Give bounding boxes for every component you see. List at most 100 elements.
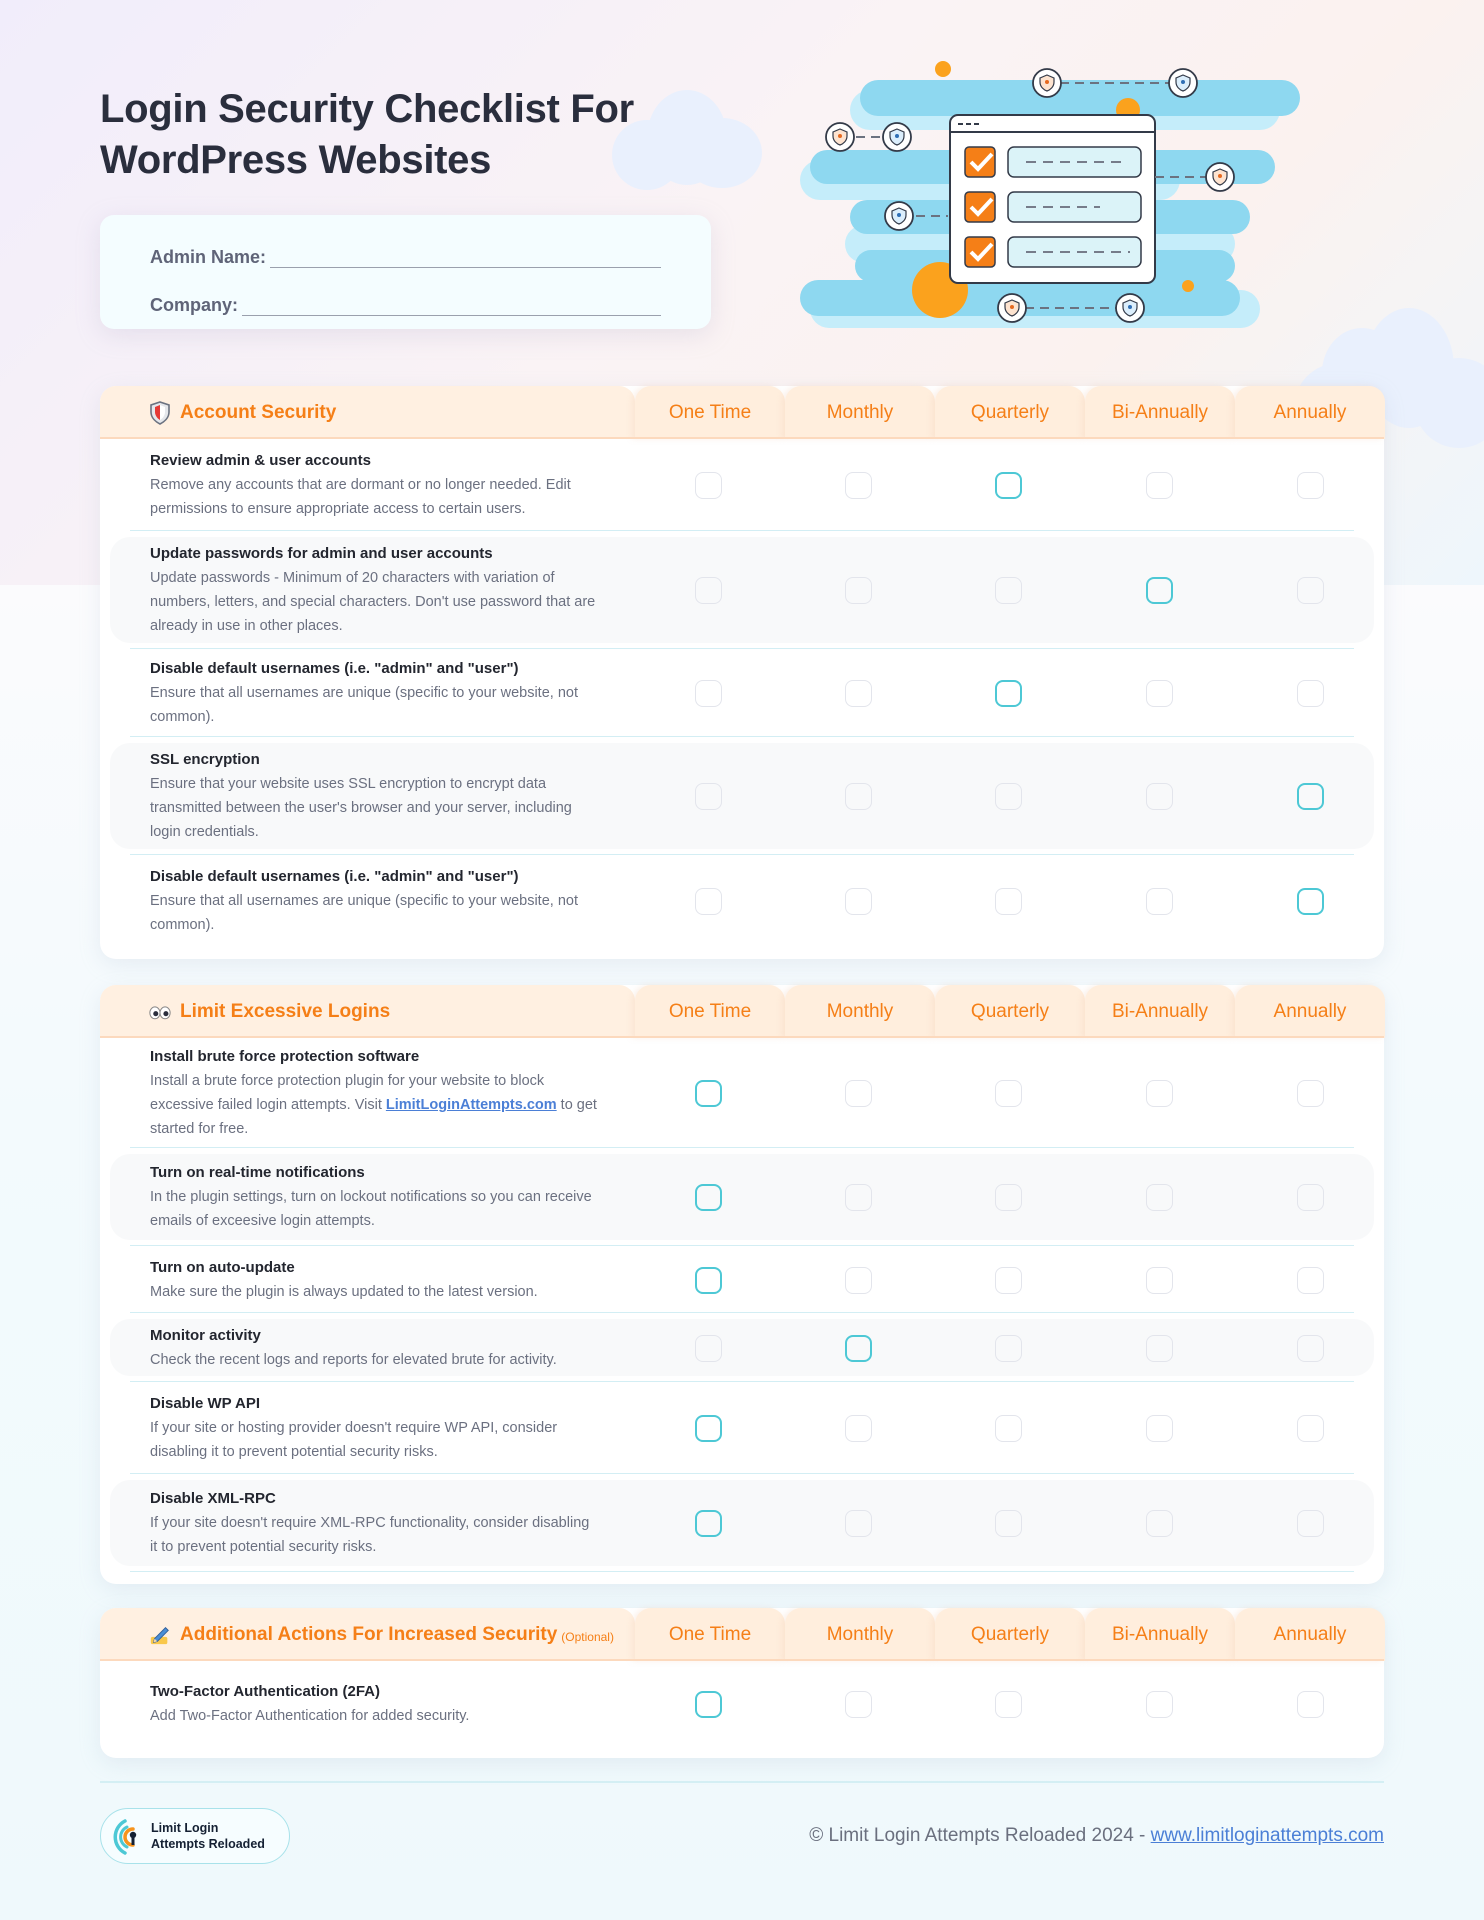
checkbox-bi-annually[interactable]	[1146, 1415, 1173, 1442]
checkbox-one-time[interactable]	[695, 680, 722, 707]
checkbox-monthly[interactable]	[845, 888, 872, 915]
checkbox-monthly[interactable]	[845, 472, 872, 499]
checkbox-monthly[interactable]	[845, 1080, 872, 1107]
checkbox-annually[interactable]	[1297, 1266, 1324, 1294]
checkbox-one-time[interactable]	[695, 1415, 722, 1442]
checkbox-annually[interactable]	[1297, 1510, 1324, 1537]
checkbox-annually[interactable]	[1297, 783, 1324, 810]
checkbox-monthly[interactable]	[845, 680, 872, 707]
column-header: Quarterly	[935, 985, 1085, 1038]
checkbox-one-time[interactable]	[695, 472, 722, 499]
checkbox-bi-annually[interactable]	[1146, 1510, 1173, 1537]
checkbox-monthly[interactable]	[845, 1415, 872, 1442]
checkbox-one-time[interactable]	[695, 1266, 722, 1294]
keyhole-signal-icon	[113, 1819, 137, 1855]
checklist-row: Update passwords for admin and user acco…	[100, 531, 1384, 649]
checkbox-bi-annually[interactable]	[1146, 783, 1173, 810]
checkbox-annually[interactable]	[1297, 577, 1324, 604]
column-header: Annually	[1235, 1608, 1385, 1661]
column-header: Annually	[1235, 985, 1385, 1038]
item-title: Install brute force protection software	[150, 1048, 420, 1065]
row-divider	[130, 1570, 1354, 1572]
section-title: Additional Actions For Increased Securit…	[180, 1623, 558, 1645]
section-header: Additional Actions For Increased Securit…	[100, 1608, 1385, 1661]
checkbox-annually[interactable]	[1297, 472, 1324, 499]
checkbox-bi-annually[interactable]	[1146, 888, 1173, 915]
company-field[interactable]	[242, 302, 661, 316]
item-description: Remove any accounts that are dormant or …	[150, 477, 571, 517]
item-title: SSL encryption	[150, 751, 260, 768]
column-header: Bi-Annually	[1085, 985, 1235, 1038]
checklist-row: Disable default usernames (i.e. "admin" …	[100, 649, 1384, 737]
checkbox-quarterly[interactable]	[995, 1266, 1022, 1294]
item-description: Ensure that your website uses SSL encryp…	[150, 776, 572, 840]
checkbox-annually[interactable]	[1297, 1415, 1324, 1442]
website-link[interactable]: www.limitloginattempts.com	[1151, 1825, 1384, 1846]
checkbox-one-time[interactable]	[695, 1334, 722, 1362]
checkbox-annually[interactable]	[1297, 1334, 1324, 1362]
plugin-link[interactable]: LimitLoginAttempts.com	[386, 1097, 557, 1113]
checkbox-monthly[interactable]	[845, 1266, 872, 1294]
checkbox-quarterly[interactable]	[995, 1690, 1022, 1718]
checklist-row: Disable WP API If your site or hosting pr…	[100, 1382, 1384, 1474]
checkbox-quarterly[interactable]	[995, 1415, 1022, 1442]
checkbox-annually[interactable]	[1297, 1080, 1324, 1107]
item-title: Turn on auto-update	[150, 1258, 295, 1276]
column-header: Monthly	[785, 386, 935, 439]
checkbox-annually[interactable]	[1297, 680, 1324, 707]
checklist-row: Two-Factor Authentication (2FA) Add Two-F…	[100, 1661, 1384, 1746]
checkbox-monthly[interactable]	[845, 783, 872, 810]
checkbox-quarterly[interactable]	[995, 1510, 1022, 1537]
checklist-section: Additional Actions For Increased Securit…	[100, 1608, 1385, 1758]
checkbox-one-time[interactable]	[695, 1690, 722, 1718]
column-header: One Time	[635, 386, 785, 439]
checkbox-quarterly[interactable]	[995, 680, 1022, 707]
page-title-line-1: Login Security Checklist For	[100, 87, 634, 131]
checkbox-one-time[interactable]	[695, 1184, 722, 1211]
checkbox-monthly[interactable]	[845, 1184, 872, 1211]
page-title: Login Security Checklist For WordPress W…	[100, 84, 740, 186]
checkbox-one-time[interactable]	[695, 1510, 722, 1537]
checkbox-quarterly[interactable]	[995, 1080, 1022, 1107]
checkbox-quarterly[interactable]	[995, 472, 1022, 499]
checkbox-quarterly[interactable]	[995, 888, 1022, 915]
item-title: Disable XML-RPC	[150, 1490, 276, 1507]
checkbox-monthly[interactable]	[845, 1334, 872, 1362]
item-description: Make sure the plugin is always updated t…	[150, 1283, 538, 1300]
row-text: Disable default usernames (i.e. "admin" …	[100, 657, 600, 729]
checkbox-annually[interactable]	[1297, 1690, 1324, 1718]
brand-logo[interactable]: Limit Login Attempts Reloaded	[100, 1808, 290, 1864]
checkbox-quarterly[interactable]	[995, 783, 1022, 810]
checkbox-monthly[interactable]	[845, 577, 872, 604]
checkbox-one-time[interactable]	[695, 1080, 722, 1107]
checkbox-annually[interactable]	[1297, 1184, 1324, 1211]
checkbox-bi-annually[interactable]	[1146, 1334, 1173, 1362]
checkbox-quarterly[interactable]	[995, 577, 1022, 604]
checkbox-bi-annually[interactable]	[1146, 1690, 1173, 1718]
checkbox-bi-annually[interactable]	[1146, 472, 1173, 499]
checklist-section: Limit Excessive Logins One Time Monthly Qua…	[100, 985, 1385, 1584]
checkbox-one-time[interactable]	[695, 783, 722, 810]
item-title: Two-Factor Authentication (2FA)	[150, 1682, 380, 1700]
company-label: Company:	[150, 295, 239, 315]
column-header: One Time	[635, 1608, 785, 1661]
checkbox-bi-annually[interactable]	[1146, 1184, 1173, 1211]
checkbox-bi-annually[interactable]	[1146, 1266, 1173, 1294]
checkbox-one-time[interactable]	[695, 888, 722, 915]
checkbox-quarterly[interactable]	[995, 1334, 1022, 1362]
checkbox-monthly[interactable]	[845, 1510, 872, 1537]
checkbox-bi-annually[interactable]	[1146, 680, 1173, 707]
checkbox-one-time[interactable]	[695, 577, 722, 604]
checkbox-quarterly[interactable]	[995, 1184, 1022, 1211]
checkbox-monthly[interactable]	[845, 1690, 872, 1718]
item-description: If your site or hosting provider doesn't…	[150, 1420, 558, 1460]
row-text: Update passwords for admin and user acco…	[100, 542, 600, 638]
item-description: Add Two-Factor Authentication for added …	[150, 1707, 470, 1724]
item-title: Update passwords for admin and user acco…	[150, 545, 493, 562]
checkbox-bi-annually[interactable]	[1146, 1080, 1173, 1107]
admin-name-field[interactable]	[270, 254, 661, 268]
section-title: Limit Excessive Logins	[180, 1000, 391, 1022]
checkbox-annually[interactable]	[1297, 888, 1324, 915]
checkbox-bi-annually[interactable]	[1146, 577, 1173, 604]
optional-note: (Optional)	[561, 1629, 614, 1644]
